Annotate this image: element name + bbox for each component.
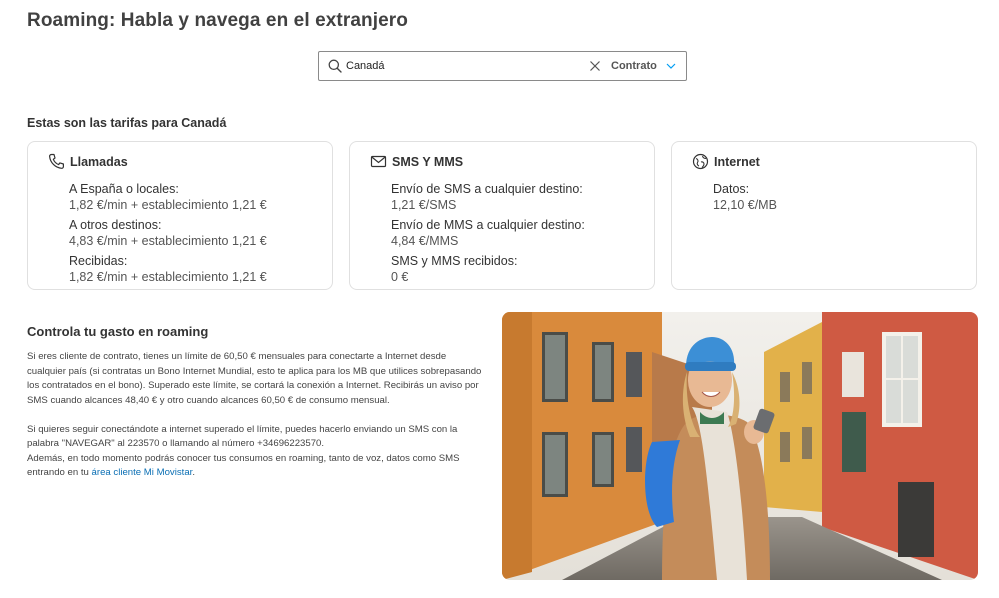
sms-card: SMS Y MMS Envío de SMS a cualquier desti… [349,141,655,290]
calls-rate-value: 1,82 €/min + establecimiento 1,21 € [69,270,267,284]
plan-type-label: Contrato [611,60,657,72]
sms-rate-value: 4,84 €/MMS [391,234,459,248]
traveler-illustration [502,312,978,580]
search-input[interactable] [346,56,576,76]
internet-title: Internet [714,154,760,169]
globe-icon [692,153,709,170]
close-icon[interactable] [589,60,601,72]
internet-card: Internet Datos: 12,10 €/MB [671,141,977,290]
calls-title: Llamadas [70,154,128,169]
sms-rate-label: Envío de MMS a cualquier destino: [391,218,585,232]
sms-rate-value: 1,21 €/SMS [391,198,457,212]
sms-rate-label: SMS y MMS recibidos: [391,254,518,268]
calls-rate-value: 4,83 €/min + establecimiento 1,21 € [69,234,267,248]
sms-rate-value: 0 € [391,270,409,284]
chevron-down-icon [666,63,676,69]
sms-title: SMS Y MMS [392,154,464,169]
page-title: Roaming: Habla y navega en el extranjero [27,10,408,31]
paragraph: Si eres cliente de contrato, tienes un l… [27,351,482,406]
internet-rate-value: 12,10 €/MB [713,198,777,212]
plan-type-select[interactable]: Contrato [611,56,681,76]
calls-rate-label: Recibidas: [69,254,128,268]
mi-movistar-link[interactable]: área cliente Mi Movistar [92,467,193,478]
paragraph: Si quieres seguir conectándote a interne… [27,423,458,450]
country-search[interactable]: Contrato [318,51,687,81]
calls-card: Llamadas A España o locales: 1,82 €/min … [27,141,333,290]
paragraph-text: . [192,467,195,478]
traveler-photo [502,312,978,580]
paragraph: Además, en todo momento podrás conocer t… [27,452,487,481]
calls-rate-label: A otros destinos: [69,218,162,232]
control-spending-title: Controla tu gasto en roaming [27,324,209,339]
calls-rate-label: A España o locales: [69,182,179,196]
phone-icon [48,153,64,169]
control-spending-text: Si eres cliente de contrato, tienes un l… [27,350,487,481]
internet-rate-label: Datos: [713,182,750,196]
rates-heading: Estas son las tarifas para Canadá [27,116,227,130]
sms-rate-label: Envío de SMS a cualquier destino: [391,182,583,196]
envelope-icon [370,155,387,168]
calls-rate-value: 1,82 €/min + establecimiento 1,21 € [69,198,267,212]
search-icon [328,59,342,73]
